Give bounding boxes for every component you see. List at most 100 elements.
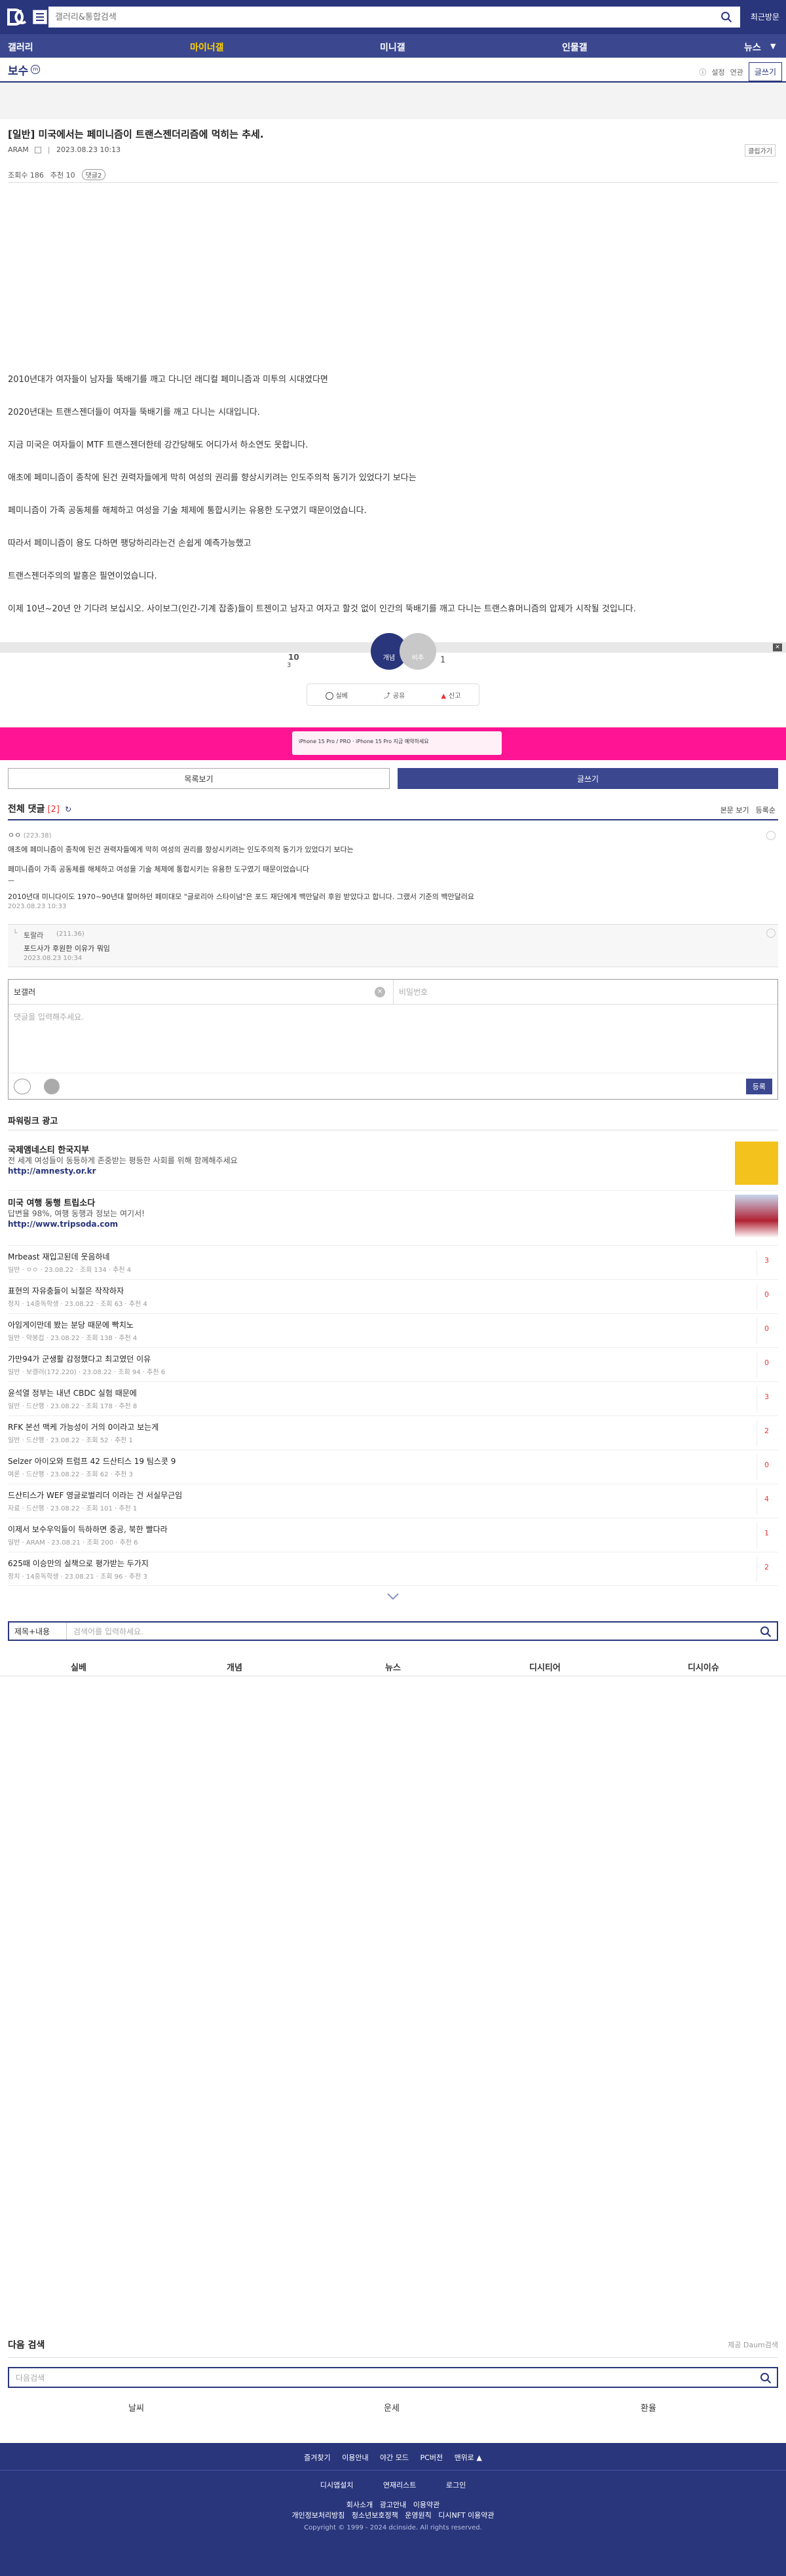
list-view-button[interactable]: 목록보기 [8,768,390,789]
scroll-top-link[interactable]: 맨위로 ▲ [455,2453,482,2462]
post-list-comment-count[interactable]: 1 [764,1529,769,1537]
post-list-comment-count[interactable]: 0 [764,1358,769,1367]
daum-search-input[interactable]: 다음검색 [8,2367,778,2388]
search-input[interactable] [55,12,697,22]
post-list-title[interactable]: 드산티스가 WEF 영글로벌리더 이라는 건 서실무근임 [8,1490,182,1501]
share-button[interactable]: ⤴ 공유 [384,690,405,700]
powerlink-item[interactable]: 미국 여행 동행 트립소다 답변율 98%, 여행 동행과 정보는 여기서! h… [8,1190,778,1238]
delete-comment-icon[interactable] [766,929,776,938]
post-list-row[interactable]: 이제서 보수우익들이 득하하면 중공, 북한 빨다라 일반 · ARAM · 2… [8,1518,778,1552]
comment-textarea[interactable]: 댓글을 입력해주세요. [9,1005,777,1073]
view-original-link[interactable]: 본문 보기 [720,805,749,815]
post-list-comment-count[interactable]: 0 [764,1461,769,1469]
clip-button[interactable]: 클립가기 [745,144,776,157]
voice-icon[interactable] [44,1079,60,1094]
setting-link[interactable]: 설정 [711,67,724,77]
powerlink-name[interactable]: 국제앰네스티 한국지부 [8,1143,89,1155]
footer-link[interactable]: 개인정보처리방침 [291,2511,345,2520]
dc-logo[interactable] [4,4,30,30]
category-dcissue[interactable]: 디시이슈 [688,1661,719,1673]
post-list-title[interactable]: 가만94가 군생활 감정했다고 최고였던 이유 [8,1353,151,1364]
category-dcteer[interactable]: 디시티어 [529,1661,561,1673]
post-list-comment-count[interactable]: 2 [764,1427,769,1435]
post-list-title[interactable]: 윤석열 정부는 내년 CBDC 실험 때문에 [8,1387,137,1398]
emoji-icon[interactable] [14,1079,31,1094]
nav-mini-gallery[interactable]: 미니갤 [380,41,405,54]
powerlink-url[interactable]: http://www.tripsoda.com [8,1220,118,1229]
post-list-comment-count[interactable]: 0 [764,1324,769,1333]
password-field[interactable]: 비밀번호 [394,980,777,1004]
search-icon[interactable] [760,1626,772,1638]
search-icon[interactable] [760,2372,772,2384]
nav-gallery[interactable]: 갤러리 [8,41,33,54]
footer-link[interactable]: 광고안내 [380,2501,406,2509]
category-news[interactable]: 뉴스 [385,1661,401,1673]
unrecommend-button[interactable]: 비추 [400,633,436,670]
post-list-title[interactable]: 표현의 자유충들이 뇌절은 작작하자 [8,1285,124,1296]
report-button[interactable]: ▲ 신고 [441,690,460,700]
related-link[interactable]: 연관 [730,67,743,77]
post-list-comment-count[interactable]: 3 [764,1256,769,1265]
post-list-comment-count[interactable]: 4 [764,1495,769,1503]
write-button[interactable]: 글쓰기 [748,62,782,81]
post-list-title[interactable]: Mrbeast 재입고된데 웃음하네 [8,1251,110,1262]
footer-link[interactable]: 청소년보호정책 [352,2511,398,2520]
post-list-row[interactable]: Mrbeast 재입고된데 웃음하네 일반 · ㅇㅇ · 23.08.22 · … [8,1245,778,1279]
post-list-row[interactable]: 표현의 자유충들이 뇌절은 작작하자 정치 · 14중독학생 · 23.08.2… [8,1279,778,1313]
powerlink-item[interactable]: 국제앰네스티 한국지부 전 세계 여성들이 동등하게 존중받는 평등한 사회를 … [8,1138,778,1185]
footer-link[interactable]: 디시앱설치 [320,2481,354,2489]
post-list-title[interactable]: RFK 본선 맥케 가능성이 거의 0이라고 보는게 [8,1421,159,1432]
daum-link-fortune[interactable]: 운세 [384,2401,400,2413]
close-icon[interactable]: ✕ [773,644,782,651]
submit-comment-button[interactable]: 등록 [745,1079,772,1094]
hamburger-menu-icon[interactable] [33,10,47,24]
nav-news[interactable]: 뉴스 [744,41,761,54]
info-icon[interactable]: ⓘ [699,67,706,77]
recent-visit-link[interactable]: 최근방문 [751,11,779,22]
clear-name-icon[interactable]: ✕ [375,987,385,997]
post-list-row[interactable]: RFK 본선 맥케 가능성이 거의 0이라고 보는게 일반 · 드산행 · 23… [8,1415,778,1450]
post-list-title[interactable]: 625때 이승만의 실책으로 평가받는 두가지 [8,1558,149,1569]
post-list-row[interactable]: 윤석열 정부는 내년 CBDC 실험 때문에 일반 · 드산행 · 23.08.… [8,1381,778,1415]
comment-count-tag[interactable]: 댓글2 [81,169,106,180]
post-list-title[interactable]: 이제서 보수우익들이 득하하면 중공, 북한 빨다라 [8,1524,168,1535]
comment-author[interactable]: 토랄라 [24,930,43,940]
refresh-icon[interactable]: ↻ [65,805,71,814]
post-list-row[interactable]: 드산티스가 WEF 영글로벌리더 이라는 건 서실무근임 자료 · 드산행 · … [8,1484,778,1518]
comment-author[interactable]: ㅇㅇ [8,831,21,839]
ad-banner-image[interactable]: iPhone 15 Pro / PRO · iPhone 15 Pro 지금 예… [292,731,502,755]
chevron-down-icon[interactable] [385,1591,401,1602]
footer-link[interactable]: 야간 모드 [380,2453,409,2462]
powerlink-url[interactable]: http://amnesty.or.kr [8,1166,96,1176]
category-gaenyeom[interactable]: 개념 [227,1661,242,1673]
post-list-title[interactable]: 아임게이만데 봤는 분당 때문에 빡치노 [8,1319,134,1330]
search-icon[interactable] [720,11,732,23]
post-list-row[interactable]: 가만94가 군생활 감정했다고 최고였던 이유 일반 · 보갤러(172.220… [8,1347,778,1381]
post-list-row[interactable]: 625때 이승만의 실책으로 평가받는 두가지 정치 · 14중독학생 · 23… [8,1552,778,1586]
post-list-comment-count[interactable]: 2 [764,1563,769,1571]
bottom-search-input[interactable]: 검색어를 입력하세요. [67,1626,777,1637]
login-link[interactable]: 로그인 [446,2481,466,2489]
search-type-select[interactable]: 제목+내용 [9,1623,67,1640]
name-field[interactable]: 보갤러 ✕ [9,980,394,1004]
daum-link-weather[interactable]: 날씨 [128,2401,144,2413]
powerlink-thumbnail[interactable] [735,1142,778,1185]
post-list-row[interactable]: 아임게이만데 봤는 분당 때문에 빡치노 일반 · 약봉컵 · 23.08.22… [8,1313,778,1347]
powerlink-name[interactable]: 미국 여행 동행 트립소다 [8,1196,95,1208]
footer-link[interactable]: 이용안내 [342,2453,368,2462]
post-author[interactable]: ARAM [8,145,29,154]
bottom-write-button[interactable]: 글쓰기 [398,768,778,789]
category-silbe[interactable]: 실베 [71,1661,86,1673]
footer-link[interactable]: 즐겨찾기 [304,2453,330,2462]
post-list-comment-count[interactable]: 0 [764,1290,769,1299]
post-list-row[interactable]: Selzer 아이오와 트럼프 42 드산티스 19 팀스콧 9 여론 · 드산… [8,1450,778,1484]
silbe-button[interactable]: 실베 [325,690,348,700]
footer-link[interactable]: 연재리스트 [383,2481,417,2489]
footer-link[interactable]: PC버전 [421,2453,443,2462]
post-list-title[interactable]: Selzer 아이오와 트럼프 42 드산티스 19 팀스콧 9 [8,1455,176,1467]
sort-dropdown[interactable]: 등록순 [756,805,776,815]
delete-comment-icon[interactable] [766,831,776,840]
pink-advertisement[interactable]: iPhone 15 Pro / PRO · iPhone 15 Pro 지금 예… [0,727,786,760]
powerlink-thumbnail[interactable] [735,1195,778,1238]
footer-link[interactable]: 디시NFT 이용약관 [438,2511,494,2520]
